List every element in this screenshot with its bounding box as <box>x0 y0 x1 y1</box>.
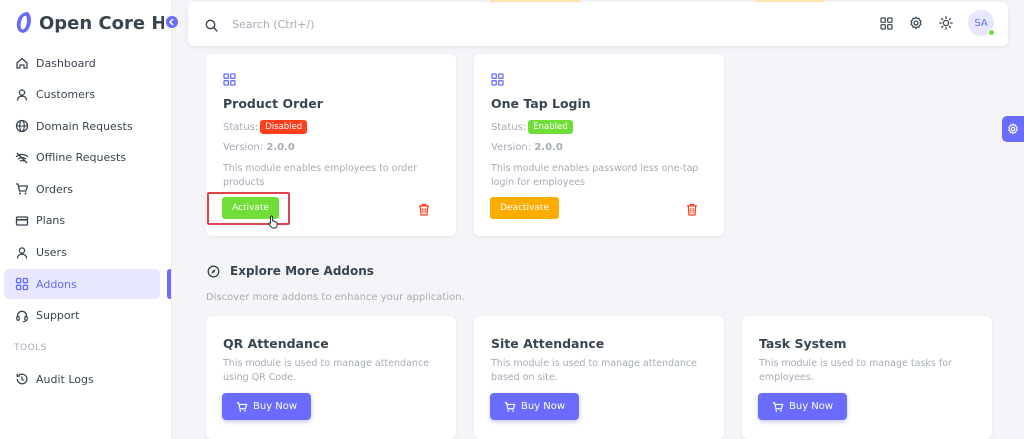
sidebar-item-label: Support <box>36 309 80 323</box>
gear-icon[interactable] <box>908 15 924 31</box>
compass-icon <box>207 265 220 278</box>
brand[interactable]: Open Core HR <box>14 8 164 38</box>
sidebar-item-label: Customers <box>36 88 96 102</box>
sidebar-item-customers[interactable]: Customers <box>4 80 160 110</box>
sidebar-item-label: Audit Logs <box>36 372 94 386</box>
sidebar-item-addons[interactable]: Addons <box>4 269 160 300</box>
headset-icon <box>15 309 29 323</box>
sidebar-item-label: Domain Requests <box>36 119 133 133</box>
trash-icon[interactable] <box>418 201 430 220</box>
sidebar-item-offline-requests[interactable]: Offline Requests <box>4 143 160 173</box>
sidebar-item-label: Offline Requests <box>36 151 126 165</box>
sidebar-item-label: Plans <box>36 214 66 228</box>
avatar-initials: SA <box>974 17 988 29</box>
sidebar: Open Core HR Dashboard Customers Domain … <box>0 0 180 439</box>
cart-icon <box>772 401 784 413</box>
sidebar-item-label: Dashboard <box>36 56 96 70</box>
grid-icon <box>15 277 29 291</box>
addon-title: QR Attendance <box>223 336 329 351</box>
brand-name: Open Core HR <box>39 12 164 34</box>
globe-icon <box>15 119 29 133</box>
addon-card-site-attendance: Site Attendance This module is used to m… <box>474 316 724 439</box>
cart-icon <box>504 401 516 413</box>
addon-status: Status: Disabled <box>223 120 308 134</box>
sidebar-item-plans[interactable]: Plans <box>4 206 160 236</box>
online-status-dot <box>988 29 995 36</box>
addon-version: Version: 2.0.0 <box>491 142 563 153</box>
version-value: 2.0.0 <box>266 142 295 153</box>
user-icon <box>15 88 29 102</box>
chevron-left-icon <box>168 18 174 26</box>
navbar: SA <box>188 2 1008 46</box>
buy-now-button[interactable]: Buy Now <box>490 393 580 420</box>
credit-card-icon <box>15 214 29 228</box>
version-value: 2.0.0 <box>534 142 563 153</box>
sun-icon[interactable] <box>938 15 954 31</box>
sidebar-item-label: Addons <box>36 277 77 291</box>
status-badge: Disabled <box>260 120 308 134</box>
sidebar-nav: Dashboard Customers Domain Requests Offl… <box>0 48 172 396</box>
buy-now-label: Buy Now <box>789 401 834 412</box>
cart-icon <box>236 401 248 413</box>
explore-subtitle: Discover more addons to enhance your app… <box>206 292 465 303</box>
explore-title: Explore More Addons <box>230 264 374 278</box>
search-input[interactable] <box>232 14 532 34</box>
addon-description: This module is used to manage tasks for … <box>759 358 952 383</box>
buy-now-button[interactable]: Buy Now <box>222 393 312 420</box>
avatar[interactable]: SA <box>968 10 995 36</box>
grid-icon <box>491 71 504 90</box>
sidebar-item-label: Orders <box>36 182 73 196</box>
sidebar-section-header: TOOLS <box>14 343 47 354</box>
addon-title: One Tap Login <box>491 96 591 111</box>
version-label: Version: <box>223 142 264 153</box>
home-icon <box>15 56 29 70</box>
brand-logo-icon <box>14 10 34 36</box>
sidebar-item-orders[interactable]: Orders <box>4 174 160 204</box>
addon-title: Task System <box>759 336 847 351</box>
cart-icon <box>15 182 29 196</box>
buy-now-button[interactable]: Buy Now <box>758 393 848 420</box>
addon-description: This module enables employees to order p… <box>223 163 417 188</box>
gear-icon <box>1008 123 1018 135</box>
sidebar-item-support[interactable]: Support <box>4 301 160 331</box>
addon-title: Product Order <box>223 96 323 111</box>
active-indicator <box>167 269 171 299</box>
explore-heading: Explore More Addons <box>207 264 374 278</box>
status-label: Status: <box>223 121 259 133</box>
search-icon[interactable] <box>205 17 218 36</box>
buy-now-label: Buy Now <box>253 401 298 412</box>
addon-description: This module enables password less one-ta… <box>491 163 699 188</box>
sidebar-item-dashboard[interactable]: Dashboard <box>4 48 160 78</box>
addon-card-qr-attendance: QR Attendance This module is used to man… <box>206 316 456 439</box>
addon-title: Site Attendance <box>491 336 605 351</box>
sidebar-item-audit-logs[interactable]: Audit Logs <box>4 364 160 394</box>
addon-description: This module is used to manage attendance… <box>491 358 697 383</box>
history-icon <box>15 372 29 386</box>
shortcuts-grid-icon[interactable] <box>878 15 894 31</box>
sidebar-collapse-button[interactable] <box>164 14 180 30</box>
addon-card-task-system: Task System This module is used to manag… <box>742 316 992 439</box>
addon-version: Version: 2.0.0 <box>223 142 295 153</box>
status-badge: Enabled <box>528 120 573 134</box>
wifi-off-icon <box>15 151 29 165</box>
customizer-toggle-button[interactable] <box>1002 116 1024 142</box>
deactivate-button[interactable]: Deactivate <box>490 197 559 219</box>
grid-icon <box>223 71 236 90</box>
version-label: Version: <box>491 142 532 153</box>
navbar-actions: SA <box>878 10 995 36</box>
buy-now-label: Buy Now <box>521 401 566 412</box>
addon-status: Status: Enabled <box>491 120 573 134</box>
sidebar-item-domain-requests[interactable]: Domain Requests <box>4 111 160 141</box>
status-label: Status: <box>491 121 527 133</box>
trash-icon[interactable] <box>686 201 698 220</box>
addon-description: This module is used to manage attendance… <box>223 358 429 383</box>
hand-cursor-icon <box>268 214 279 233</box>
sidebar-item-label: Users <box>36 246 67 260</box>
user-icon <box>15 246 29 260</box>
sidebar-item-users[interactable]: Users <box>4 238 160 268</box>
addon-card-product-order: Product Order Status: Disabled Version: … <box>206 54 456 236</box>
addon-card-one-tap-login: One Tap Login Status: Enabled Version: 2… <box>474 54 724 236</box>
